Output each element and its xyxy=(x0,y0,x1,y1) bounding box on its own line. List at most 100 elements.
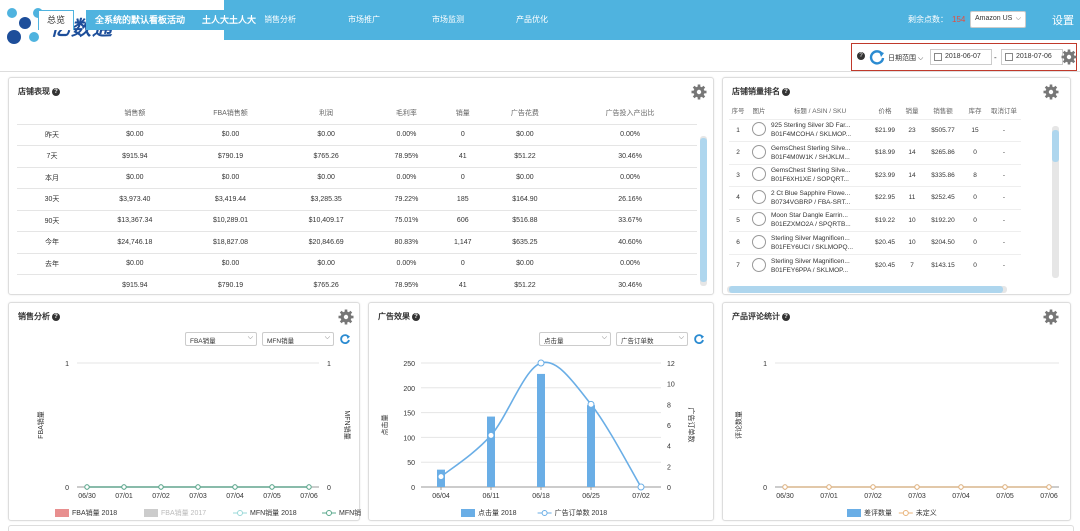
y-axis-title: FBA销量 xyxy=(36,411,45,439)
y-tick-label: 50 xyxy=(407,460,415,467)
column-header: FBA销售额 xyxy=(213,109,248,117)
product-image-cell xyxy=(747,186,771,209)
metric-select-b[interactable]: 广告订单数 ⌵ xyxy=(616,332,688,346)
data-point xyxy=(437,473,445,481)
table-cell: $51.22 xyxy=(486,274,564,296)
marketplace-select[interactable]: Amazon US ⌵ xyxy=(970,11,1026,28)
product-title: 2 Ct Blue Sapphire Flowe... xyxy=(771,189,851,197)
table-cell: - xyxy=(987,208,1021,232)
table-row[interactable]: 3 GemsChest Sterling Silve... B01F6XH1XE /… xyxy=(729,163,1021,187)
table-row[interactable]: 7 Sterling Silver Magnificen... B01FEY6PPA… xyxy=(729,253,1021,277)
column-header: 广告投入产出比 xyxy=(605,109,655,117)
product-asin-sku: B01F6XH1XE / SOPQRT... xyxy=(771,176,849,184)
table-cell: 0 xyxy=(438,166,487,189)
vertical-scrollbar[interactable] xyxy=(1052,126,1059,278)
gear-icon[interactable] xyxy=(1061,49,1077,65)
tab-overview[interactable]: 总览 xyxy=(38,10,75,30)
x-tick-label: 06/30 xyxy=(776,493,794,500)
table-cell: 10 xyxy=(901,208,923,232)
help-icon[interactable]: ? xyxy=(782,87,790,96)
settings-link[interactable]: 设置 xyxy=(1052,12,1074,28)
table-row[interactable]: 2 GemsChest Sterling Silve... B01F4M0W1K /… xyxy=(729,141,1021,164)
table-row[interactable]: 1 925 Sterling Silver 3D Far... B01F4MCOHA… xyxy=(729,118,1021,142)
help-icon[interactable]: ? xyxy=(782,312,790,321)
tab-custom-board[interactable]: 土人大土人大 xyxy=(193,10,266,30)
y-tick-label: 0 xyxy=(763,485,767,492)
table-cell: $0.00 xyxy=(278,252,375,275)
horizontal-scrollbar[interactable] xyxy=(727,286,1007,293)
x-tick-label: 07/05 xyxy=(996,493,1014,500)
data-point xyxy=(537,359,545,367)
table-row: 90天 $13,367.34 $10,289.01 $10,409.17 75.01% 6… xyxy=(17,209,697,232)
x-tick-label: 06/25 xyxy=(582,493,600,500)
calendar-icon xyxy=(934,53,942,61)
y2-tick-label: 2 xyxy=(667,464,671,471)
gear-icon[interactable] xyxy=(1043,84,1059,100)
table-row[interactable]: 5 Moon Star Dangle Earrin... B01EZXMO2A / … xyxy=(729,208,1021,232)
scrollbar-thumb[interactable] xyxy=(729,286,1003,293)
table-cell: - xyxy=(987,231,1021,254)
table-cell: $0.00 xyxy=(182,123,279,146)
row-label: 去年 xyxy=(17,252,87,275)
scrollbar-thumb[interactable] xyxy=(700,138,707,282)
product-asin-sku: B01FEY6UCI / SKLMOPQ... xyxy=(771,243,853,251)
table-cell: 0 xyxy=(438,123,487,146)
tab-default-board[interactable]: 全系统的默认看板活动 xyxy=(86,10,195,30)
calendar-icon xyxy=(1005,53,1013,61)
sales-rank-title: 店铺销量排名 xyxy=(732,87,780,96)
refresh-icon[interactable] xyxy=(693,333,705,345)
vertical-scrollbar[interactable] xyxy=(700,136,707,286)
table-cell: $20.45 xyxy=(869,231,901,254)
table-row[interactable]: 6 Sterling Silver Magnificen... B01FEY6UCI… xyxy=(729,231,1021,254)
help-icon[interactable]: ? xyxy=(412,312,420,321)
credit-value: 154 xyxy=(952,15,966,24)
sales-analysis-panel: 销售分析? FBA销量 ⌵ MFN销量 ⌵ 0 0 1 1 06/30 07/01 07/02 0… xyxy=(8,302,361,521)
table-body: 昨天 $0.00 $0.00 $0.00 0.00% 0 $0.00 0.00% 7天 $915.… xyxy=(17,123,697,296)
refresh-icon[interactable] xyxy=(868,48,886,66)
table-cell: $335.86 xyxy=(923,163,963,187)
credit-counter: 剩余点数： 154 xyxy=(908,14,965,25)
legend-swatch xyxy=(461,509,475,517)
data-point xyxy=(1002,484,1008,490)
x-tick-label: 07/04 xyxy=(226,493,244,500)
date-range-select[interactable]: 日期范围 ⌵ xyxy=(888,53,923,63)
credit-label: 剩余点数： xyxy=(908,15,948,24)
gear-icon[interactable] xyxy=(1043,309,1059,325)
table-row[interactable]: 4 2 Ct Blue Sapphire Flowe... B0734VGBRP /… xyxy=(729,186,1021,209)
x-tick-label: 07/02 xyxy=(632,493,650,500)
x-tick-label: 07/06 xyxy=(300,493,318,500)
panel-title: 销售分析? xyxy=(18,311,60,322)
metric-select-a[interactable]: 点击量 ⌵ xyxy=(539,332,611,346)
product-title-cell: 2 Ct Blue Sapphire Flowe... B0734VGBRP / … xyxy=(771,186,869,209)
table-cell: $3,285.35 xyxy=(278,188,375,210)
scrollbar-thumb[interactable] xyxy=(1052,130,1059,162)
table-cell: 0 xyxy=(963,253,987,277)
bar xyxy=(587,405,595,487)
table-cell: $204.50 xyxy=(923,231,963,254)
data-point xyxy=(84,484,90,490)
gear-icon[interactable] xyxy=(691,84,707,100)
help-icon[interactable]: ? xyxy=(857,52,865,60)
x-tick-label: 07/03 xyxy=(189,493,207,500)
row-number: 2 xyxy=(729,141,747,164)
nav-item-marketing[interactable]: 市场推广 xyxy=(322,0,406,40)
nav-item-monitoring[interactable]: 市场监测 xyxy=(406,0,490,40)
metric-select-b[interactable]: MFN销量 ⌵ xyxy=(262,332,334,346)
nav-item-product-optimization[interactable]: 产品优化 xyxy=(490,0,574,40)
start-date-input[interactable]: 2018-06-07 xyxy=(930,49,992,65)
help-icon[interactable]: ? xyxy=(52,87,60,96)
table-cell: 10 xyxy=(901,231,923,254)
y2-tick-label: 1 xyxy=(327,361,331,368)
legend-label: 广告订单数 2018 xyxy=(555,508,608,517)
help-icon[interactable]: ? xyxy=(52,312,60,321)
y2-tick-label: 0 xyxy=(327,485,331,492)
table-cell: 0 xyxy=(438,252,487,275)
legend-label: MFN销量 2017 xyxy=(339,508,361,517)
gear-icon[interactable] xyxy=(338,309,354,325)
end-date-input[interactable]: 2018-07-06 xyxy=(1001,49,1063,65)
metric-select-a[interactable]: FBA销量 ⌵ xyxy=(185,332,257,346)
x-tick-label: 07/01 xyxy=(820,493,838,500)
ad-effect-title: 广告效果 xyxy=(378,312,410,321)
product-title-cell: GemsChest Sterling Silve... B01F4M0W1K / … xyxy=(771,141,869,164)
refresh-icon[interactable] xyxy=(339,333,351,345)
